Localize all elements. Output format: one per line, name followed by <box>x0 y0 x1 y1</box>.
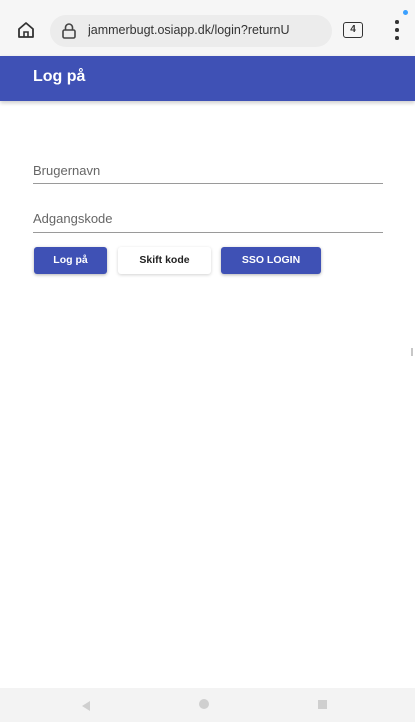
more-vert-icon[interactable] <box>392 18 402 42</box>
scrollbar[interactable] <box>411 348 413 356</box>
sso-login-button[interactable]: SSO LOGIN <box>221 247 321 274</box>
lock-icon[interactable] <box>60 22 78 40</box>
browser-toolbar: jammerbugt.osiapp.dk/login?returnU 4 <box>0 0 415 56</box>
address-bar[interactable]: jammerbugt.osiapp.dk/login?returnU <box>50 15 332 47</box>
home-icon[interactable] <box>199 699 209 709</box>
username-underline <box>33 183 383 184</box>
system-nav-bar <box>0 688 415 722</box>
username-field[interactable]: Brugernavn <box>33 163 387 186</box>
back-icon[interactable] <box>80 699 92 717</box>
password-underline <box>33 232 383 233</box>
notification-dot <box>403 10 408 15</box>
password-field[interactable]: Adgangskode <box>33 211 387 235</box>
app-bar: Log på <box>0 56 415 101</box>
change-password-button[interactable]: Skift kode <box>118 247 211 274</box>
url-text[interactable]: jammerbugt.osiapp.dk/login?returnU <box>88 23 328 37</box>
home-icon[interactable] <box>16 20 36 40</box>
recents-icon[interactable] <box>318 700 327 709</box>
page-title: Log på <box>33 68 86 85</box>
tab-switcher-button[interactable]: 4 <box>343 22 363 38</box>
login-button[interactable]: Log på <box>34 247 107 274</box>
